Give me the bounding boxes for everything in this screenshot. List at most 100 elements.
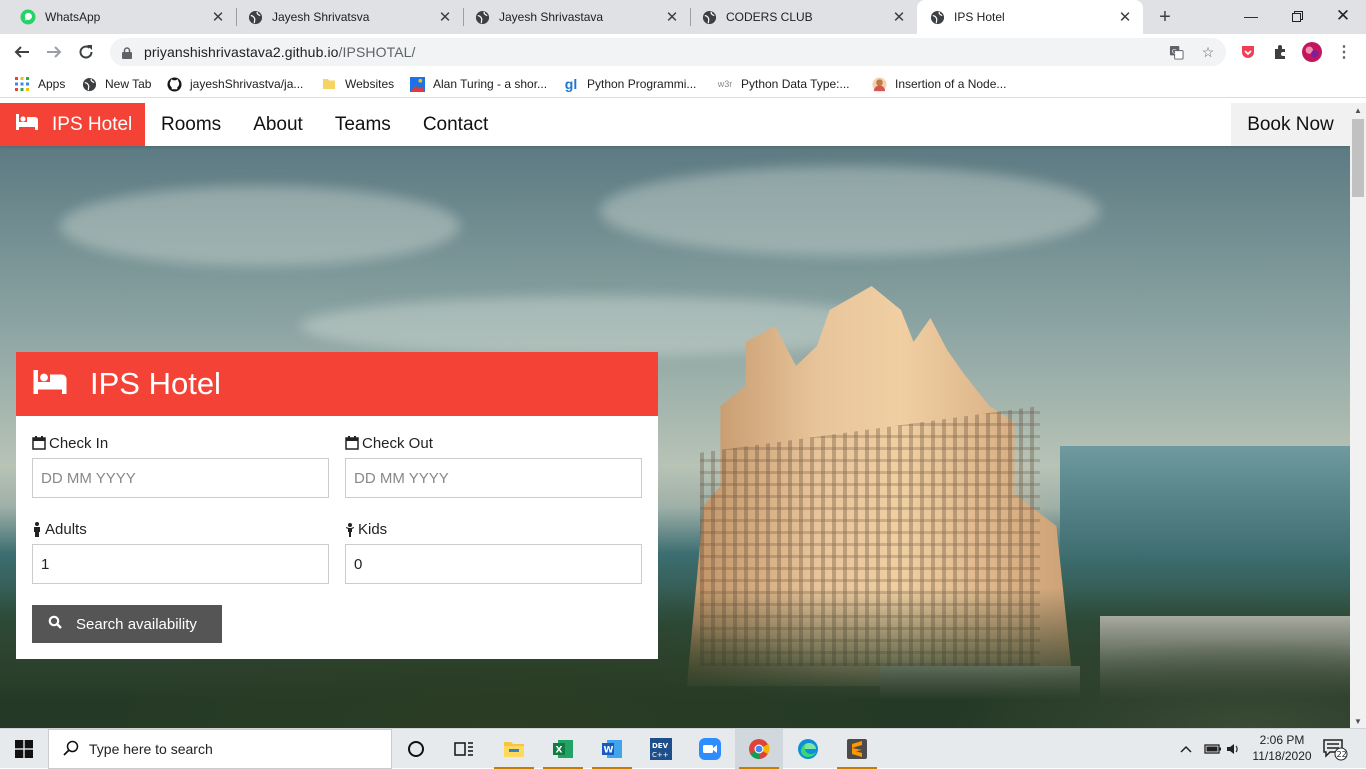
show-hidden-icons-chevron[interactable] [1180, 729, 1192, 769]
nav-teams[interactable]: Teams [319, 103, 407, 146]
globe-icon [474, 9, 490, 25]
svg-text:W: W [604, 746, 614, 756]
bookmark-websites[interactable]: Websites [321, 75, 394, 93]
close-tab-icon[interactable]: ✕ [1117, 9, 1133, 26]
url-host: priyanshishrivastava2.github.io [144, 44, 339, 60]
back-icon[interactable] [10, 40, 34, 64]
windows-start-icon[interactable] [0, 729, 48, 769]
search-icon [63, 740, 79, 759]
clock-time: 2:06 PM [1259, 733, 1305, 747]
bookmark-label: New Tab [105, 77, 152, 91]
translate-icon[interactable]: G [1168, 44, 1184, 60]
cloud [600, 166, 1100, 256]
male-person-icon [34, 521, 40, 537]
cortana-icon[interactable] [392, 729, 440, 769]
child-icon [346, 522, 354, 537]
address-bar[interactable]: priyanshishrivastava2.github.io/IPSHOTAL… [110, 38, 1226, 66]
close-window-icon[interactable]: ✕ [1320, 0, 1366, 32]
kids-field: Kids [345, 519, 642, 584]
edge-icon[interactable] [784, 729, 832, 769]
sublime-icon[interactable] [833, 729, 881, 769]
search-availability-button[interactable]: Search availability [32, 605, 222, 643]
svg-text:G: G [1171, 47, 1176, 55]
bookmark-alan-turing[interactable]: Alan Turing - a shor... [409, 75, 547, 93]
bookmark-python-data-type[interactable]: w3r Python Data Type:... [717, 75, 850, 93]
tab-jayesh-1[interactable]: Jayesh Shrivatsva ✕ [227, 0, 464, 34]
close-tab-icon[interactable]: ✕ [210, 9, 226, 26]
nav-rooms[interactable]: Rooms [145, 103, 237, 146]
brand-link[interactable]: IPS Hotel [0, 103, 145, 146]
site-navbar: IPS Hotel Rooms About Teams Contact Book… [0, 103, 1350, 146]
tab-title: Jayesh Shrivastava [499, 10, 604, 24]
nav-contact[interactable]: Contact [407, 103, 504, 146]
bookmark-github[interactable]: jayeshShrivastva/ja... [166, 75, 303, 93]
bookmark-insertion-node[interactable]: Insertion of a Node... [871, 75, 1006, 93]
excel-icon[interactable]: X [539, 729, 587, 769]
bookmark-python-programming[interactable]: gl Python Programmi... [563, 75, 697, 93]
chrome-icon[interactable] [735, 729, 783, 769]
task-view-icon[interactable] [440, 729, 488, 769]
tab-whatsapp[interactable]: WhatsApp ✕ [0, 0, 237, 34]
check-out-label-row: Check Out [345, 433, 433, 453]
bed-icon [16, 113, 38, 136]
tab-coders-club[interactable]: CODERS CLUB ✕ [681, 0, 917, 34]
scroll-thumb[interactable] [1352, 119, 1364, 197]
word-icon[interactable]: W [588, 729, 636, 769]
svg-text:DEV: DEV [652, 742, 669, 750]
more-menu-icon[interactable]: ⋮ [1334, 42, 1354, 62]
restore-icon[interactable] [1274, 0, 1320, 32]
tab-jayesh-2[interactable]: Jayesh Shrivastava ✕ [454, 0, 691, 34]
close-tab-icon[interactable]: ✕ [437, 9, 453, 26]
tab-strip: WhatsApp ✕ Jayesh Shrivatsva ✕ Jayesh Sh… [0, 0, 1366, 34]
bookmark-apps[interactable]: Apps [14, 75, 65, 93]
search-availability-label: Search availability [76, 615, 197, 633]
globe-icon [247, 9, 263, 25]
check-out-input[interactable] [345, 458, 642, 498]
check-in-label: Check In [49, 434, 109, 452]
forward-icon[interactable] [42, 40, 66, 64]
scroll-up-arrow-icon[interactable]: ▲ [1350, 103, 1366, 117]
cloud [300, 296, 900, 356]
profile-avatar-icon[interactable] [1302, 42, 1322, 62]
bookmark-label: Python Programmi... [587, 77, 697, 91]
browser-toolbar: priyanshishrivastava2.github.io/IPSHOTAL… [0, 34, 1366, 70]
zoom-icon[interactable] [686, 729, 734, 769]
whatsapp-icon [20, 9, 36, 25]
bookmarks-bar: Apps New Tab jayeshShrivastva/ja... Webs… [0, 70, 1366, 98]
globe-icon [81, 76, 97, 92]
tab-ips-hotel[interactable]: IPS Hotel ✕ [917, 0, 1143, 34]
page-scrollbar[interactable]: ▲ ▼ [1350, 103, 1366, 728]
cloud [60, 186, 460, 266]
adults-input[interactable] [32, 544, 329, 584]
notification-count: 22 [1337, 750, 1347, 759]
bookmark-new-tab[interactable]: New Tab [81, 75, 151, 93]
bookmark-label: Alan Turing - a shor... [433, 77, 548, 91]
dev-icon[interactable]: DEV C++ [637, 729, 685, 769]
action-center-icon[interactable]: 22 [1322, 729, 1348, 769]
volume-icon[interactable] [1226, 729, 1242, 769]
url-text: priyanshishrivastava2.github.io/IPSHOTAL… [144, 44, 416, 60]
file-explorer-icon[interactable] [490, 729, 538, 769]
bookmark-label: Websites [345, 77, 395, 91]
gl-icon: gl [564, 76, 578, 92]
book-now-button[interactable]: Book Now [1231, 103, 1350, 146]
extensions-puzzle-icon[interactable] [1270, 42, 1290, 62]
new-tab-button[interactable]: + [1152, 5, 1178, 29]
nav-about[interactable]: About [237, 103, 319, 146]
battery-icon[interactable] [1204, 729, 1222, 769]
kids-input[interactable] [345, 544, 642, 584]
url-path: /IPSHOTAL/ [338, 44, 416, 60]
taskbar-search-box[interactable]: Type here to search [48, 729, 392, 769]
pocket-extension-icon[interactable] [1238, 42, 1258, 62]
check-in-input[interactable] [32, 458, 329, 498]
booking-card-title: IPS Hotel [90, 366, 221, 401]
reload-icon[interactable] [74, 40, 98, 64]
adults-label: Adults [45, 520, 87, 538]
close-tab-icon[interactable]: ✕ [664, 9, 680, 26]
scroll-down-arrow-icon[interactable]: ▼ [1350, 714, 1366, 728]
bookmark-star-icon[interactable]: ☆ [1200, 44, 1216, 60]
minimize-icon[interactable]: — [1228, 0, 1274, 32]
close-tab-icon[interactable]: ✕ [891, 9, 907, 26]
system-clock[interactable]: 2:06 PM 11/18/2020 [1244, 732, 1320, 764]
globe-icon [929, 9, 945, 25]
